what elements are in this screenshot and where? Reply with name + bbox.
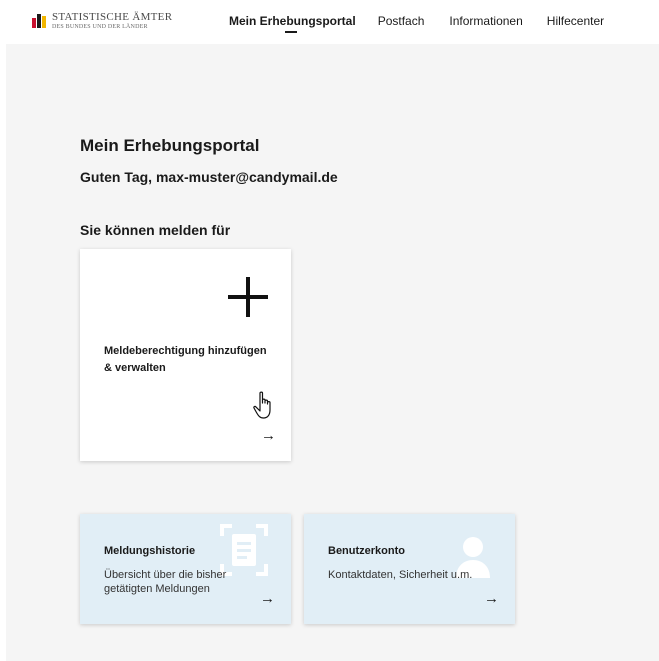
history-tile[interactable]: Meldungshistorie Übersicht über die bish… [80, 514, 291, 624]
nav-item-mein-erhebungsportal[interactable]: Mein Erhebungsportal [229, 14, 356, 33]
nav-item-hilfecenter[interactable]: Hilfecenter [547, 14, 604, 28]
main-navigation: Mein Erhebungsportal Postfach Informatio… [229, 14, 604, 33]
plus-icon [228, 277, 268, 317]
account-tile[interactable]: Benutzerkonto Kontaktdaten, Sicherheit u… [304, 514, 515, 624]
add-permission-label: Meldeberechtigung hinzufügen & verwalten [104, 345, 267, 374]
arrow-right-icon: → [261, 427, 276, 444]
history-title: Meldungshistorie [104, 545, 196, 557]
statistische-aemter-logo[interactable]: STATISTISCHE ÄMTER DES BUNDES UND DER LÄ… [32, 12, 172, 30]
section-title: Sie können melden für [80, 222, 231, 238]
arrow-right-icon: → [260, 590, 275, 607]
account-title: Benutzerkonto [328, 545, 405, 557]
nav-item-postfach[interactable]: Postfach [378, 14, 425, 28]
logo-mark-icon [32, 14, 48, 28]
logo-line-1: STATISTISCHE ÄMTER [52, 11, 173, 23]
greeting-text: Guten Tag, max-muster@candymail.de [80, 169, 338, 185]
arrow-right-icon: → [484, 590, 499, 607]
nav-item-informationen[interactable]: Informationen [449, 14, 522, 28]
logo-line-2: DES BUNDES UND DER LÄNDER [52, 24, 148, 30]
history-description: Übersicht über die bisher getätigten Mel… [104, 569, 227, 595]
add-permission-card[interactable]: Meldeberechtigung hinzufügen & verwalten… [80, 249, 291, 461]
hand-cursor-icon [253, 391, 271, 419]
page-title: Mein Erhebungsportal [80, 136, 260, 155]
account-description: Kontaktdaten, Sicherheit u.m. [328, 569, 473, 581]
top-bar: STATISTISCHE ÄMTER DES BUNDES UND DER LÄ… [0, 0, 659, 44]
main-content: Mein Erhebungsportal Guten Tag, max-must… [6, 44, 659, 661]
